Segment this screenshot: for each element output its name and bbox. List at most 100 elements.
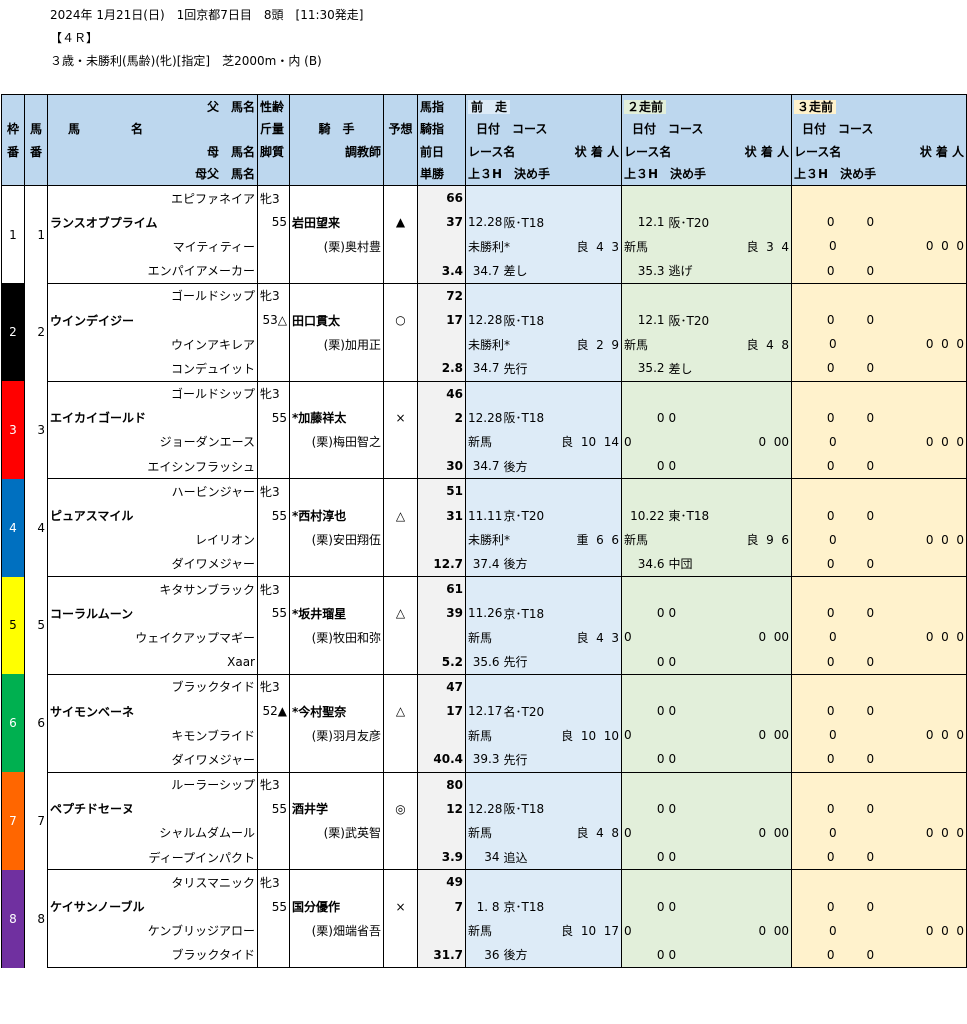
prediction-mark: ▲ bbox=[383, 210, 418, 235]
horse-row: マイティティー (栗)奥村豊 未勝利* 良 4 3 新馬良 3 4 0 0 0 0 bbox=[2, 234, 967, 259]
p3-date: 0 bbox=[791, 210, 837, 235]
jockey-index: 31 bbox=[417, 503, 466, 528]
prediction-mark: ◎ bbox=[383, 796, 418, 821]
horse-name[interactable]: エイカイゴールド bbox=[47, 405, 258, 430]
p3-last3f: 0 bbox=[791, 454, 837, 480]
p3-date: 0 bbox=[791, 307, 837, 333]
race-number: 【４Ｒ】 bbox=[50, 31, 99, 45]
horse-index: 51 bbox=[417, 478, 466, 504]
p3-style: 0 bbox=[836, 747, 967, 773]
prev-day-index bbox=[417, 625, 466, 650]
p1-course: 阪･T18 bbox=[501, 307, 622, 333]
dam-name: マイティティー bbox=[47, 234, 258, 259]
jockey-name[interactable]: *西村淳也 bbox=[289, 503, 384, 528]
win-odds: 3.4 bbox=[417, 258, 466, 284]
jockey-name[interactable]: *加藤祥太 bbox=[289, 405, 384, 430]
p2-style: 差し bbox=[666, 356, 792, 382]
p2-course: 0 bbox=[666, 796, 792, 821]
win-odds: 12.7 bbox=[417, 551, 466, 577]
p3-style: 0 bbox=[836, 454, 967, 480]
win-odds: 5.2 bbox=[417, 649, 466, 675]
p2-course: 0 bbox=[666, 698, 792, 724]
horse-row: 2 2 ゴールドシップ 牝3 72 bbox=[1, 283, 967, 381]
jockey-name[interactable]: 岩田望来 bbox=[289, 210, 384, 235]
frame-number: 6 bbox=[1, 674, 25, 772]
col-prev3-head: ３走前 bbox=[794, 99, 837, 114]
p1-race: 新馬 bbox=[468, 924, 493, 939]
horse-row: 5 5 キタサンブラック 牝3 61 bbox=[1, 576, 967, 675]
jockey-index: 17 bbox=[417, 698, 466, 724]
p3-date: 0 bbox=[791, 698, 837, 724]
p3-last3f: 0 bbox=[791, 551, 837, 577]
horse-row: コンデュイット 2.8 34.7 先行 35.2 差し 0 0 bbox=[2, 356, 967, 382]
p3-course: 0 bbox=[836, 210, 967, 235]
p1-style: 後方 bbox=[501, 942, 622, 968]
broodmare-sire-name: ダイワメジャー bbox=[47, 747, 258, 773]
horse-name[interactable]: ピュアスマイル bbox=[47, 503, 258, 528]
p1-course: 京･T18 bbox=[501, 894, 622, 919]
trainer-name: (栗)奥村豊 bbox=[289, 234, 384, 259]
frame-number: 5 bbox=[1, 576, 25, 675]
prev-day-index bbox=[417, 429, 466, 455]
p1-date: 12.28 bbox=[465, 210, 502, 235]
dam-name: ジョーダンエース bbox=[47, 429, 258, 455]
p2-course: 阪･T20 bbox=[666, 307, 792, 333]
carried-weight: 55 bbox=[257, 894, 290, 919]
col-waku-1 bbox=[1, 94, 25, 118]
sire-name: ゴールドシップ bbox=[47, 381, 258, 406]
horse-index: 72 bbox=[417, 283, 466, 308]
horse-number: 6 bbox=[24, 674, 48, 772]
p2-style: 0 bbox=[666, 845, 792, 871]
col-umaidx-head: 馬指 bbox=[417, 94, 466, 118]
p1-style: 後方 bbox=[501, 551, 622, 577]
prediction-mark: × bbox=[383, 894, 418, 919]
horse-name[interactable]: ケイサンノーブル bbox=[47, 894, 258, 919]
horse-name[interactable]: サイモンベーネ bbox=[47, 698, 258, 724]
jockey-index: 39 bbox=[417, 601, 466, 626]
p2-last3f: 35.3 bbox=[621, 258, 667, 284]
jockey-name[interactable]: *今村聖奈 bbox=[289, 698, 384, 724]
broodmare-sire-name: コンデュイット bbox=[47, 356, 258, 382]
p2-last3f: 0 bbox=[621, 942, 667, 968]
jockey-name[interactable]: 酒井学 bbox=[289, 796, 384, 821]
dam-name: ウェイクアップマギー bbox=[47, 625, 258, 650]
jockey-name[interactable]: 田口貫太 bbox=[289, 307, 384, 333]
p3-style: 0 bbox=[836, 356, 967, 382]
trainer-name: (栗)羽月友彦 bbox=[289, 723, 384, 748]
carried-weight: 55 bbox=[257, 601, 290, 626]
sex-age: 牝3 bbox=[257, 283, 290, 308]
p3-course: 0 bbox=[836, 307, 967, 333]
frame-number: 3 bbox=[1, 381, 25, 479]
prediction-mark: △ bbox=[383, 503, 418, 528]
p1-date: 12.28 bbox=[465, 405, 502, 430]
sex-age: 牝3 bbox=[257, 381, 290, 406]
col-weight-head: 斤量 bbox=[257, 117, 290, 140]
horse-name[interactable]: ペプチドセーヌ bbox=[47, 796, 258, 821]
prediction-mark: △ bbox=[383, 698, 418, 724]
horse-number: 7 bbox=[24, 772, 48, 870]
horse-name[interactable]: ウインデイジー bbox=[47, 307, 258, 333]
horse-row: ダイワメジャー 12.7 37.4 後方 34.6 中団 0 0 bbox=[2, 551, 967, 577]
horse-row: エンパイアメーカー 3.4 34.7 差し 35.3 逃げ 0 0 bbox=[2, 258, 967, 284]
p2-date: 0 bbox=[621, 601, 667, 626]
jockey-name[interactable]: *坂井瑠星 bbox=[289, 601, 384, 626]
col-zenjitsu-head: 前日 bbox=[417, 140, 466, 163]
prediction-mark: ○ bbox=[383, 307, 418, 333]
sire-name: ハービンジャー bbox=[47, 478, 258, 504]
p3-last3f: 0 bbox=[791, 356, 837, 382]
p3-last3f: 0 bbox=[791, 942, 837, 968]
p3-date: 0 bbox=[791, 601, 837, 626]
p3-date: 0 bbox=[791, 405, 837, 430]
horse-name[interactable]: ランスオブプライム bbox=[47, 210, 258, 235]
horse-row: ディープインパクト 3.9 34 追込 0 0 0 0 bbox=[2, 845, 967, 871]
horse-name[interactable]: コーラルムーン bbox=[47, 601, 258, 626]
dam-name: ケンブリッジアロー bbox=[47, 918, 258, 943]
horse-row: ペプチドセーヌ 55 酒井学 ◎ 12 12.28 阪･T18 0 0 0 0 bbox=[2, 796, 967, 821]
trainer-name: (栗)加用正 bbox=[289, 332, 384, 357]
p1-date: 12.17 bbox=[465, 698, 502, 724]
jockey-name[interactable]: 国分優作 bbox=[289, 894, 384, 919]
p2-race: 0 bbox=[624, 728, 632, 743]
col-prev1-head: 前 走 bbox=[468, 99, 511, 114]
p3-race: 0 bbox=[829, 239, 837, 254]
p3-course: 0 bbox=[836, 796, 967, 821]
